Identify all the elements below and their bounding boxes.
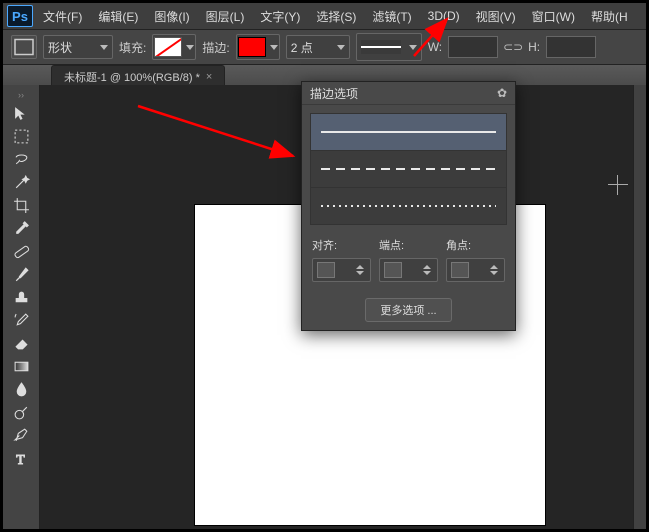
menu-layer[interactable]: 图层(L)	[200, 5, 251, 28]
menu-image[interactable]: 图像(I)	[148, 5, 195, 28]
type-icon: T	[13, 450, 30, 467]
healing-tool[interactable]	[7, 240, 35, 263]
panel-title: 描边选项	[310, 85, 358, 102]
cap-butt-icon	[384, 262, 402, 278]
panel-header[interactable]: 描边选项 ✿	[302, 82, 515, 105]
pen-icon	[13, 427, 30, 444]
marquee-tool[interactable]	[7, 125, 35, 148]
menu-filter[interactable]: 滤镜(T)	[366, 5, 417, 28]
stroke-preset-dashed[interactable]	[311, 151, 506, 188]
menu-view[interactable]: 视图(V)	[470, 5, 522, 28]
document-tab-title: 未标题-1 @ 100%(RGB/8) *	[64, 69, 200, 85]
stroke-preset-solid[interactable]	[311, 114, 506, 151]
menu-bar: Ps 文件(F) 编辑(E) 图像(I) 图层(L) 文字(Y) 选择(S) 滤…	[3, 3, 646, 30]
eyedropper-icon	[13, 220, 30, 237]
corners-label: 角点:	[446, 237, 505, 253]
stroke-width-dropdown[interactable]: 2 点	[286, 35, 350, 59]
toolbox: ›› T	[3, 85, 40, 529]
stroke-line-preview	[361, 40, 401, 54]
cursor-crosshair-icon	[608, 175, 628, 195]
width-label: W:	[428, 40, 442, 54]
eraser-tool[interactable]	[7, 332, 35, 355]
toolbox-handle[interactable]: ››	[5, 91, 37, 99]
right-panel-strip[interactable]	[633, 85, 646, 529]
menu-help[interactable]: 帮助(H	[585, 5, 634, 28]
history-brush-icon	[13, 312, 30, 329]
blur-tool[interactable]	[7, 378, 35, 401]
menu-type[interactable]: 文字(Y)	[254, 5, 306, 28]
fill-label: 填充:	[119, 39, 146, 56]
more-options-button[interactable]: 更多选项 ...	[365, 298, 451, 322]
dashed-line-icon	[321, 168, 496, 170]
menu-select[interactable]: 选择(S)	[310, 5, 362, 28]
move-tool[interactable]	[7, 102, 35, 125]
stamp-icon	[13, 289, 30, 306]
no-fill-icon	[154, 37, 182, 57]
marquee-icon	[13, 128, 30, 145]
crop-icon	[13, 197, 30, 214]
chevron-down-icon	[186, 45, 194, 50]
corner-miter-icon	[451, 262, 469, 278]
document-tab[interactable]: 未标题-1 @ 100%(RGB/8) * ×	[51, 65, 225, 87]
link-icon[interactable]: ⊂⊃	[504, 37, 522, 57]
brush-tool[interactable]	[7, 263, 35, 286]
close-icon[interactable]: ×	[206, 71, 212, 83]
move-icon	[13, 105, 30, 122]
chevron-down-icon	[270, 45, 278, 50]
eraser-icon	[13, 335, 30, 352]
chevron-down-icon	[100, 45, 108, 50]
menu-window[interactable]: 窗口(W)	[526, 5, 581, 28]
caps-dropdown[interactable]	[379, 258, 438, 282]
lasso-tool[interactable]	[7, 148, 35, 171]
stamp-tool[interactable]	[7, 286, 35, 309]
dodge-tool[interactable]	[7, 401, 35, 424]
wand-tool[interactable]	[7, 171, 35, 194]
gradient-tool[interactable]	[7, 355, 35, 378]
stroke-preset-dotted[interactable]	[311, 188, 506, 224]
solid-line-icon	[321, 131, 496, 133]
dodge-icon	[13, 404, 30, 421]
gear-icon[interactable]: ✿	[497, 86, 507, 100]
tool-preset-button[interactable]	[11, 35, 37, 59]
brush-icon	[13, 266, 30, 283]
options-bar: 形状 填充: 描边: 2 点 W: ⊂⊃ H:	[3, 30, 646, 65]
history-brush-tool[interactable]	[7, 309, 35, 332]
app-logo: Ps	[7, 5, 33, 27]
align-inside-icon	[317, 262, 335, 278]
pen-tool[interactable]	[7, 424, 35, 447]
stroke-label: 描边:	[202, 39, 229, 56]
chevron-down-icon	[337, 45, 345, 50]
mode-dropdown[interactable]: 形状	[43, 35, 113, 59]
menu-3d[interactable]: 3D(D)	[422, 6, 466, 26]
svg-text:T: T	[16, 452, 25, 467]
height-field[interactable]	[546, 36, 596, 58]
drop-icon	[13, 381, 30, 398]
corners-dropdown[interactable]	[446, 258, 505, 282]
stroke-width-value: 2 点	[291, 39, 313, 56]
height-label: H:	[528, 40, 540, 54]
red-swatch-icon	[238, 37, 266, 57]
chevron-down-icon	[409, 45, 417, 50]
menu-file[interactable]: 文件(F)	[37, 5, 88, 28]
fill-swatch-dropdown[interactable]	[152, 34, 196, 60]
menu-edit[interactable]: 编辑(E)	[92, 5, 144, 28]
stroke-options-panel: 描边选项 ✿ 对齐: 端点: 角点: 更多选项 ...	[301, 81, 516, 331]
type-tool[interactable]: T	[7, 447, 35, 470]
stroke-style-dropdown[interactable]	[356, 33, 422, 61]
stroke-swatch-dropdown[interactable]	[236, 34, 280, 60]
eyedropper-tool[interactable]	[7, 217, 35, 240]
crop-tool[interactable]	[7, 194, 35, 217]
mode-label: 形状	[48, 39, 72, 56]
gradient-icon	[13, 358, 30, 375]
width-field[interactable]	[448, 36, 498, 58]
stroke-preset-list	[310, 113, 507, 225]
dotted-line-icon	[321, 205, 496, 207]
bandaid-icon	[13, 243, 30, 260]
wand-icon	[13, 174, 30, 191]
lasso-icon	[13, 151, 30, 168]
caps-label: 端点:	[379, 237, 438, 253]
align-dropdown[interactable]	[312, 258, 371, 282]
rectangle-icon	[12, 35, 36, 59]
align-label: 对齐:	[312, 237, 371, 253]
